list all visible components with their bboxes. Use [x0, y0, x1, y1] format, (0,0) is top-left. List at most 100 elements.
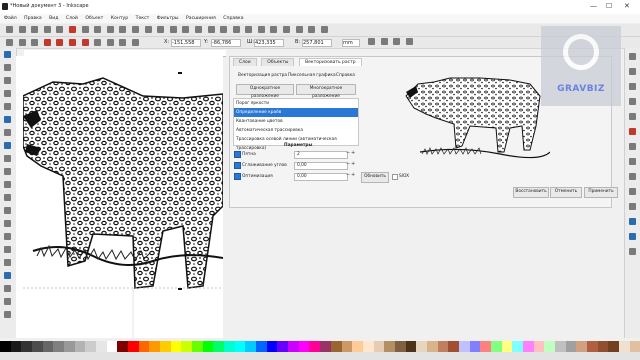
palette-swatch[interactable]: [117, 341, 129, 352]
eraser-tool-icon[interactable]: [4, 246, 11, 253]
reset-button[interactable]: Отменить: [550, 187, 582, 198]
connector-tool-icon[interactable]: [4, 311, 11, 318]
update-preview-button[interactable]: Обновить: [361, 172, 389, 183]
unlink-clone-icon[interactable]: [207, 26, 215, 33]
new-document-icon[interactable]: [6, 26, 13, 33]
palette-swatch[interactable]: [597, 341, 609, 352]
restore-button[interactable]: Восстановить: [513, 187, 549, 198]
zoom-drawing-icon[interactable]: [157, 26, 165, 33]
palette-swatch[interactable]: [565, 341, 577, 352]
palette-swatch[interactable]: [298, 341, 310, 352]
palette-swatch[interactable]: [426, 341, 438, 352]
text-tool-icon[interactable]: [4, 220, 11, 227]
lower-icon[interactable]: [119, 39, 127, 46]
import-icon[interactable]: [56, 26, 64, 33]
preferences-icon[interactable]: [308, 26, 316, 33]
palette-swatch[interactable]: [138, 341, 150, 352]
snap-cusp-icon[interactable]: [629, 158, 636, 165]
snap-bbox-icon[interactable]: [629, 68, 636, 75]
zoom-selection-icon[interactable]: [144, 26, 152, 33]
speckles-plus-button[interactable]: +: [351, 150, 355, 156]
snap-grid-icon[interactable]: [629, 233, 636, 240]
palette-swatch[interactable]: [458, 341, 470, 352]
palette-swatch[interactable]: [522, 341, 534, 352]
palette-swatch[interactable]: [266, 341, 278, 352]
smooth-corners-input[interactable]: 0,00: [294, 162, 348, 170]
speckles-minus-button[interactable]: −: [346, 150, 350, 156]
snap-guide-icon[interactable]: [629, 248, 636, 255]
palette-swatch[interactable]: [256, 341, 267, 352]
raise-icon[interactable]: [106, 39, 114, 46]
palette-swatch[interactable]: [469, 341, 481, 352]
palette-swatch[interactable]: [362, 341, 374, 352]
document-properties-icon[interactable]: [320, 26, 328, 33]
pen-tool-icon[interactable]: [4, 194, 11, 201]
palette-swatch[interactable]: [554, 341, 566, 352]
palette-swatch[interactable]: [149, 341, 161, 352]
palette-swatch[interactable]: [234, 341, 246, 352]
menu-text[interactable]: Текст: [136, 16, 150, 21]
y-input[interactable]: -86,786: [211, 39, 241, 47]
palette-swatch[interactable]: [341, 341, 353, 352]
palette-swatch[interactable]: [64, 341, 75, 352]
palette-swatch[interactable]: [544, 341, 555, 352]
rectangle-tool-icon[interactable]: [4, 116, 11, 123]
snap-intersection-icon[interactable]: [629, 143, 636, 150]
x-input[interactable]: -151,558: [171, 39, 201, 47]
select-all-icon[interactable]: [6, 39, 13, 46]
clone-icon[interactable]: [194, 26, 202, 33]
menu-view[interactable]: Вид: [49, 16, 58, 21]
snap-page-icon[interactable]: [629, 218, 636, 225]
palette-swatch[interactable]: [224, 341, 235, 352]
palette-swatch[interactable]: [74, 341, 86, 352]
maximize-button[interactable]: ☐: [606, 2, 612, 10]
method-brightness-cutoff[interactable]: Порог яркости: [234, 99, 358, 108]
redo-icon[interactable]: [94, 26, 102, 33]
palette-swatch[interactable]: [533, 341, 545, 352]
subtab-trace-bitmap[interactable]: Векторизация растра: [238, 73, 287, 78]
mesh-tool-icon[interactable]: [4, 285, 11, 292]
menu-help[interactable]: Справка: [223, 16, 243, 21]
open-icon[interactable]: [18, 26, 26, 33]
node-tool-icon[interactable]: [4, 64, 11, 71]
tab-layers[interactable]: Слои: [233, 58, 257, 66]
palette-swatch[interactable]: [586, 341, 598, 352]
tab-trace-bitmap[interactable]: Векторизовать растр: [299, 58, 362, 66]
height-input[interactable]: 257,801: [302, 39, 332, 47]
single-scan-button[interactable]: Однократное разложение: [236, 84, 294, 99]
ellipse-tool-icon[interactable]: [4, 142, 11, 149]
palette-swatch[interactable]: [202, 341, 214, 352]
snap-nodes-icon[interactable]: [629, 113, 636, 120]
menu-object[interactable]: Объект: [85, 16, 103, 21]
palette-swatch[interactable]: [352, 341, 363, 352]
siox-checkbox[interactable]: [392, 174, 398, 180]
tab-objects[interactable]: Объекты: [261, 58, 295, 66]
menu-filters[interactable]: Фильтры: [157, 16, 179, 21]
palette-swatch[interactable]: [576, 341, 587, 352]
snap-enable-icon[interactable]: [629, 53, 636, 60]
align-icon[interactable]: [295, 26, 303, 33]
scale-stroke-icon[interactable]: [368, 38, 375, 45]
palette-swatch[interactable]: [53, 341, 65, 352]
palette-swatch[interactable]: [0, 341, 11, 352]
optimize-minus-button[interactable]: −: [346, 172, 350, 178]
menu-path[interactable]: Контур: [111, 16, 128, 21]
drawing-canvas[interactable]: [23, 56, 223, 338]
subtab-help[interactable]: Справка: [336, 73, 355, 78]
palette-swatch[interactable]: [394, 341, 406, 352]
palette-swatch[interactable]: [192, 341, 203, 352]
export-icon[interactable]: [68, 26, 76, 33]
palette-swatch[interactable]: [501, 341, 513, 352]
snap-bbox-edge-icon[interactable]: [629, 83, 636, 90]
palette-swatch[interactable]: [160, 341, 171, 352]
dropper-tool-icon[interactable]: [4, 298, 11, 305]
group-icon[interactable]: [220, 26, 228, 33]
method-autotrace[interactable]: Автоматическая трассировка: [234, 126, 358, 135]
palette-swatch[interactable]: [32, 341, 43, 352]
snap-midpoint-icon[interactable]: [629, 188, 636, 195]
palette-swatch[interactable]: [21, 341, 33, 352]
calligraphy-tool-icon[interactable]: [4, 207, 11, 214]
copy-icon[interactable]: [106, 26, 114, 33]
speckles-input[interactable]: 2: [294, 151, 348, 159]
apply-button[interactable]: Применить: [584, 187, 618, 198]
